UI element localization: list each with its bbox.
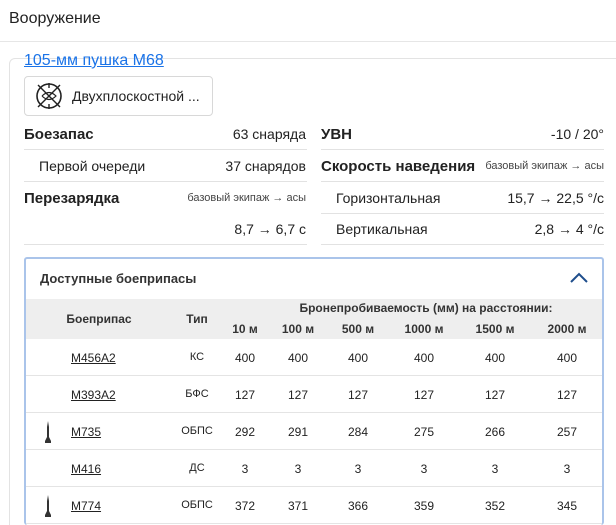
ammo-type: КС <box>189 351 205 363</box>
penetration-value: 127 <box>347 388 369 402</box>
penetration-header: Бронепробиваемость (мм) на расстоянии: <box>299 301 553 315</box>
vertical-guidance-value: -10 / 20° <box>550 126 604 142</box>
divider <box>321 181 604 182</box>
section-title: Вооружение <box>9 10 101 27</box>
divider <box>24 181 307 182</box>
apfsds-shell-icon <box>45 495 51 517</box>
horizontal-label: Горизонтальная <box>336 190 441 206</box>
penetration-value: 266 <box>484 425 506 439</box>
stabilizer-modification-button[interactable]: Двухплоскостной ... <box>24 76 213 116</box>
vertical-guidance-label: УВН <box>321 126 352 143</box>
divider <box>321 149 604 150</box>
col-distance: 2000 м <box>547 322 587 336</box>
penetration-value: 3 <box>241 462 249 476</box>
chevron-up-icon[interactable] <box>569 269 589 285</box>
penetration-value: 127 <box>556 388 578 402</box>
col-distance: 500 м <box>341 322 375 336</box>
reload-value: 8,7 → 6,7 с <box>234 221 306 237</box>
penetration-value: 352 <box>484 499 506 513</box>
ammo-name-link[interactable]: M416 <box>71 462 101 476</box>
penetration-value: 3 <box>563 462 571 476</box>
penetration-value: 400 <box>413 351 435 365</box>
reload-note: базовый экипаж → асы <box>187 192 306 204</box>
horizontal-value: 15,7 → 22,5 °/с <box>507 190 604 206</box>
penetration-value: 3 <box>354 462 362 476</box>
col-ammo: Боеприпас <box>66 312 132 326</box>
penetration-value: 359 <box>413 499 435 513</box>
col-distance: 1500 м <box>475 322 515 336</box>
penetration-value: 127 <box>484 388 506 402</box>
penetration-value: 3 <box>420 462 428 476</box>
table-row: M456A2 КС 400 400 400 400 400 400 <box>26 339 602 376</box>
table-row: M416 ДС 3 3 3 3 3 3 <box>26 450 602 487</box>
penetration-value: 127 <box>287 388 309 402</box>
table-row: M774 ОБПС 372 371 366 359 352 345 <box>26 487 602 524</box>
stabilizer-icon <box>36 83 62 109</box>
divider <box>321 213 604 214</box>
col-distance: 100 м <box>281 322 315 336</box>
ammo-label: Боезапас <box>24 126 94 143</box>
ammo-name-link[interactable]: M735 <box>71 425 101 439</box>
penetration-value: 372 <box>234 499 256 513</box>
penetration-value: 400 <box>484 351 506 365</box>
penetration-value: 366 <box>347 499 369 513</box>
penetration-value: 3 <box>491 462 499 476</box>
modification-label: Двухплоскостной ... <box>72 88 200 104</box>
penetration-value: 291 <box>287 425 309 439</box>
divider <box>24 244 307 245</box>
ammo-name-link[interactable]: M456A2 <box>71 351 116 365</box>
ammo-type: ОБПС <box>181 499 213 511</box>
penetration-value: 400 <box>234 351 256 365</box>
penetration-value: 257 <box>556 425 578 439</box>
divider <box>24 149 307 150</box>
first-stage-value: 37 снарядов <box>225 158 306 174</box>
ammo-panel-header[interactable]: Доступные боеприпасы <box>24 259 604 297</box>
ammo-type: ДС <box>189 462 205 474</box>
penetration-value: 345 <box>556 499 578 513</box>
ammo-name-link[interactable]: M393A2 <box>71 388 116 402</box>
ammo-type: БФС <box>185 388 209 400</box>
penetration-value: 400 <box>287 351 309 365</box>
penetration-value: 3 <box>294 462 302 476</box>
apfsds-shell-icon <box>45 421 51 443</box>
penetration-value: 400 <box>347 351 369 365</box>
traverse-note: базовый экипаж → асы <box>485 160 604 172</box>
first-stage-label: Первой очереди <box>39 158 146 174</box>
ammo-panel-title: Доступные боеприпасы <box>40 271 197 286</box>
vertical-value: 2,8 → 4 °/с <box>534 221 604 237</box>
col-distance: 10 м <box>232 322 258 336</box>
penetration-value: 400 <box>556 351 578 365</box>
ammo-type: ОБПС <box>181 425 213 437</box>
divider <box>321 244 604 245</box>
penetration-value: 371 <box>287 499 309 513</box>
table-row: M393A2 БФС 127 127 127 127 127 127 <box>26 376 602 413</box>
penetration-value: 127 <box>234 388 256 402</box>
ammo-value: 63 снаряда <box>232 126 306 142</box>
weapon-name-link[interactable]: 105-мм пушка М68 <box>24 52 164 70</box>
penetration-value: 292 <box>234 425 256 439</box>
section-header: Вооружение <box>0 0 616 42</box>
ammo-table-header: Боеприпас Тип Бронепробиваемость (мм) на… <box>26 299 602 339</box>
col-distance: 1000 м <box>404 322 444 336</box>
col-type: Тип <box>186 312 208 326</box>
penetration-value: 284 <box>347 425 369 439</box>
ammo-name-link[interactable]: M774 <box>71 499 101 513</box>
penetration-value: 127 <box>413 388 435 402</box>
reload-label: Перезарядка <box>24 190 120 207</box>
table-row: M735 ОБПС 292 291 284 275 266 257 <box>26 413 602 450</box>
penetration-value: 275 <box>413 425 435 439</box>
vertical-label: Вертикальная <box>336 221 428 237</box>
traverse-speed-label: Скорость наведения <box>321 158 476 175</box>
